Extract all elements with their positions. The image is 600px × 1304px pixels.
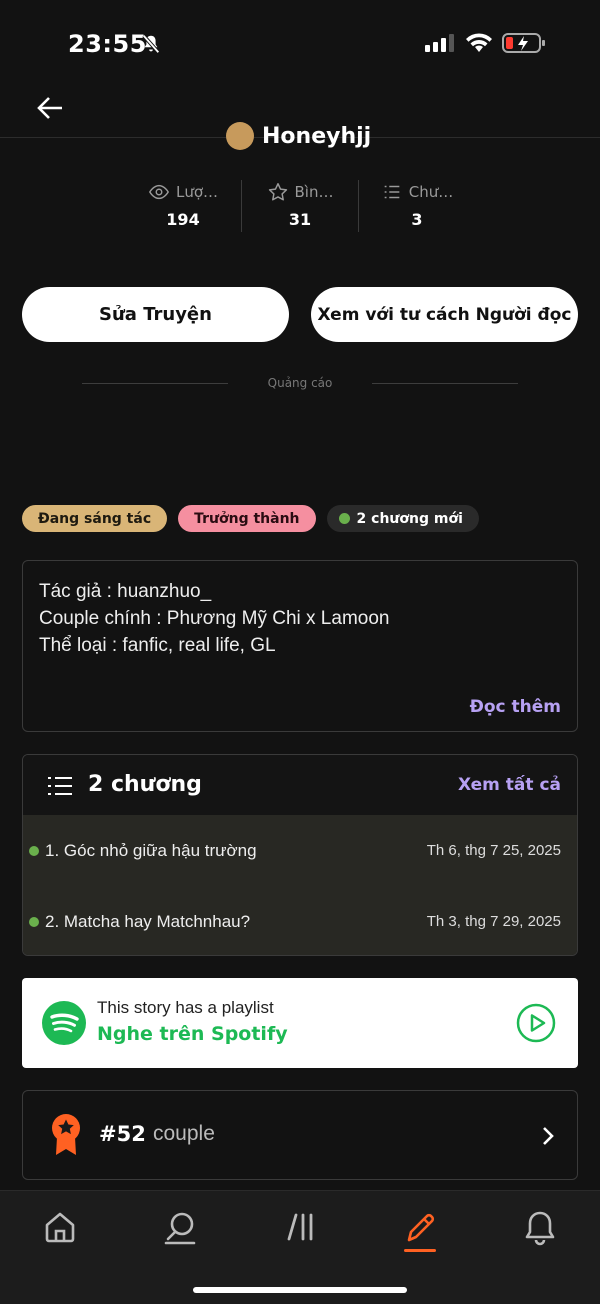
chapter-list: 2 chương Xem tất cả 1. Góc nhỏ giữa hậu …	[22, 754, 578, 956]
story-description: Tác giả : huanzhuo_ Couple chính : Phươn…	[22, 560, 578, 732]
listen-on-spotify-label: Nghe trên Spotify	[97, 1023, 288, 1045]
new-dot-icon	[29, 916, 39, 927]
description-line: Couple chính : Phương Mỹ Chi x Lamoon	[39, 608, 390, 629]
home-indicator[interactable]	[193, 1287, 407, 1293]
description-line: Tác giả : huanzhuo_	[39, 581, 212, 602]
chapter-date: Th 3, thg 7 29, 2025	[426, 913, 561, 930]
play-icon[interactable]	[516, 1003, 556, 1043]
stat-reads-value: 194	[166, 210, 200, 229]
author-avatar	[226, 122, 254, 150]
new-dot-icon	[29, 845, 39, 856]
description-line: Thể loại : fanfic, real life, GL	[39, 635, 276, 656]
edit-story-button[interactable]: Sửa Truyện	[22, 287, 289, 342]
stat-parts: Chư… 3	[358, 180, 475, 232]
story-stats: Lượ… 194 Bìn… 31 Chư… 3	[125, 180, 475, 232]
chapter-row[interactable]: 2. Matcha hay Matchnhau? Th 3, thg 7 29,…	[23, 886, 577, 955]
ad-label: Quảng cáo	[267, 376, 333, 390]
award-badge-icon	[52, 1114, 80, 1155]
stat-votes-label: Bìn…	[294, 183, 334, 201]
read-more-link[interactable]: Đọc thêm	[470, 697, 561, 717]
bottom-tab-bar	[0, 1190, 600, 1304]
new-dot-icon	[338, 513, 350, 524]
wifi-icon	[466, 33, 492, 52]
chapter-items: 1. Góc nhỏ giữa hậu trường Th 6, thg 7 2…	[23, 815, 577, 955]
back-arrow-icon[interactable]	[34, 92, 66, 124]
tab-home[interactable]	[40, 1207, 80, 1247]
action-buttons: Sửa Truyện Xem với tư cách Người đọc	[22, 287, 578, 342]
chevron-right-icon	[543, 1127, 554, 1145]
library-icon	[287, 1213, 313, 1241]
stat-votes-value: 31	[288, 210, 312, 229]
status-time: 23:55	[68, 30, 147, 58]
tag-new-chapters-label: 2 chương mới	[356, 510, 463, 527]
spotify-playlist-card[interactable]: This story has a playlist Nghe trên Spot…	[22, 978, 578, 1068]
author-name: Honeyhjj	[262, 123, 372, 149]
search-icon	[164, 1212, 196, 1245]
list-icon	[48, 777, 72, 795]
bell-off-icon	[142, 34, 160, 54]
stat-reads: Lượ… 194	[125, 180, 241, 232]
playlist-caption: This story has a playlist	[97, 998, 274, 1017]
tab-write[interactable]	[400, 1207, 440, 1247]
chapter-list-header: 2 chương Xem tất cả	[23, 755, 577, 815]
author-row[interactable]: Honeyhjj	[226, 122, 371, 152]
divider	[372, 382, 519, 384]
story-tags: Đang sáng tác Trưởng thành 2 chương mới	[22, 505, 479, 532]
divider	[82, 382, 228, 384]
pencil-icon	[407, 1213, 435, 1242]
view-as-reader-button[interactable]: Xem với tư cách Người đọc	[311, 287, 578, 342]
spotify-logo-icon	[42, 1001, 86, 1045]
see-all-link[interactable]: Xem tất cả	[458, 775, 561, 795]
status-bar: 23:55	[0, 0, 600, 90]
chapter-title: 1. Góc nhỏ giữa hậu trường	[45, 840, 257, 860]
ranking-row[interactable]: #52 couple	[22, 1090, 578, 1180]
chapter-row[interactable]: 1. Góc nhỏ giữa hậu trường Th 6, thg 7 2…	[23, 815, 577, 886]
active-tab-indicator	[404, 1249, 436, 1252]
cellular-signal-icon	[425, 34, 454, 52]
stat-reads-label: Lượ…	[175, 183, 219, 201]
chapter-date: Th 6, thg 7 25, 2025	[426, 842, 561, 859]
stat-votes: Bìn… 31	[241, 180, 358, 232]
home-icon	[45, 1212, 75, 1243]
list-icon	[384, 185, 400, 199]
tab-library[interactable]	[281, 1207, 321, 1247]
star-icon	[268, 183, 287, 201]
stat-parts-value: 3	[411, 210, 423, 229]
rank-tag: couple	[153, 1122, 215, 1145]
stat-parts-label: Chư…	[408, 183, 454, 201]
ad-separator: Quảng cáo	[82, 376, 519, 390]
bell-icon	[525, 1211, 555, 1246]
tab-search[interactable]	[160, 1207, 200, 1247]
tag-mature[interactable]: Trưởng thành	[178, 505, 316, 532]
eye-icon	[148, 184, 169, 200]
tag-ongoing[interactable]: Đang sáng tác	[22, 505, 168, 532]
chapter-count-title: 2 chương	[88, 772, 202, 797]
tag-new-chapters[interactable]: 2 chương mới	[326, 505, 479, 532]
rank-number: #52	[99, 1122, 146, 1146]
chapter-title: 2. Matcha hay Matchnhau?	[45, 911, 251, 931]
tab-notifications[interactable]	[520, 1207, 560, 1247]
battery-icon	[502, 33, 545, 53]
